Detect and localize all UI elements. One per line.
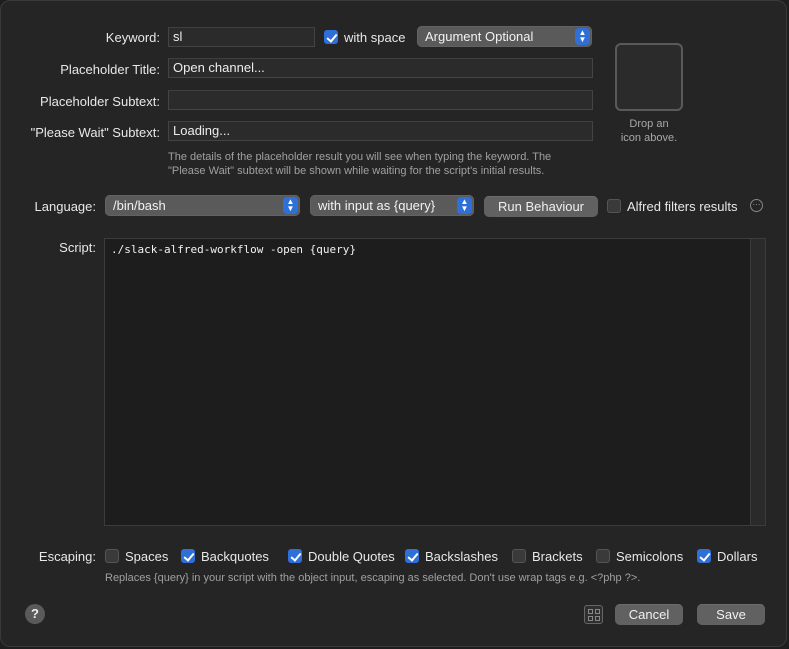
placeholder-title-label: Placeholder Title: (60, 62, 160, 77)
escape-dollars-label: Dollars (717, 549, 758, 564)
popup-arrows-icon: ▲ ▼ (457, 197, 472, 214)
escape-brackets-checkbox[interactable] (512, 549, 526, 563)
help-button[interactable]: ? (25, 604, 45, 624)
escape-semicolons-checkbox[interactable] (596, 549, 610, 563)
escape-double-quotes-checkbox[interactable] (288, 549, 302, 563)
popup-arrows-icon: ▲ ▼ (575, 28, 590, 45)
alfred-filters-label: Alfred filters results (627, 199, 738, 214)
icon-drop-caption-line1: Drop an (629, 118, 669, 130)
language-popup[interactable]: /bin/bash ▲ ▼ (105, 195, 300, 216)
popup-arrows-icon: ▲ ▼ (283, 197, 298, 214)
alfred-filters-checkbox[interactable] (607, 199, 621, 213)
script-editor[interactable]: ./slack-alfred-workflow -open {query} (104, 238, 766, 526)
input-mode-popup-value: with input as {query} (318, 198, 436, 213)
escape-backquotes-checkbox[interactable] (181, 549, 195, 563)
keyword-label: Keyword: (105, 30, 160, 45)
placeholder-hint-line2: "Please Wait" subtext will be shown whil… (168, 165, 545, 177)
keyword-input[interactable]: sl (168, 27, 315, 47)
escape-spaces-label: Spaces (125, 549, 169, 564)
script-scrollbar[interactable] (750, 239, 765, 525)
please-wait-subtext-label: "Please Wait" Subtext: (30, 125, 160, 140)
input-mode-popup[interactable]: with input as {query} ▲ ▼ (310, 195, 474, 216)
run-behaviour-button[interactable]: Run Behaviour (484, 196, 598, 217)
with-space-label: with space (344, 30, 406, 45)
escaping-hint: Replaces {query} in your script with the… (105, 572, 641, 584)
placeholder-title-input[interactable]: Open channel... (168, 58, 593, 78)
language-label: Language: (34, 199, 96, 214)
placeholder-subtext-input[interactable] (168, 90, 593, 110)
cancel-button[interactable]: Cancel (615, 604, 683, 625)
grid-icon[interactable] (584, 605, 603, 624)
escape-double-quotes-label: Double Quotes (308, 549, 395, 564)
placeholder-hint: The details of the placeholder result yo… (168, 150, 598, 178)
argument-popup[interactable]: Argument Optional ▲ ▼ (417, 26, 592, 47)
escape-brackets-label: Brackets (532, 549, 583, 564)
icon-drop-well[interactable] (615, 43, 683, 111)
placeholder-subtext-label: Placeholder Subtext: (40, 94, 160, 109)
script-label: Script: (59, 240, 96, 255)
ellipsis-circle-icon[interactable]: ··· (750, 199, 763, 212)
save-button[interactable]: Save (697, 604, 765, 625)
escape-spaces-checkbox[interactable] (105, 549, 119, 563)
script-filter-config-window: Keyword: sl with space Argument Optional… (0, 0, 787, 647)
escaping-label: Escaping: (38, 549, 96, 564)
escape-backquotes-label: Backquotes (201, 549, 269, 564)
script-content[interactable]: ./slack-alfred-workflow -open {query} (111, 243, 356, 256)
language-popup-value: /bin/bash (113, 198, 166, 213)
argument-popup-value: Argument Optional (425, 29, 534, 44)
placeholder-hint-line1: The details of the placeholder result yo… (168, 151, 552, 163)
please-wait-subtext-input[interactable]: Loading... (168, 121, 593, 141)
escape-dollars-checkbox[interactable] (697, 549, 711, 563)
icon-drop-caption-line2: icon above. (620, 132, 678, 144)
escape-semicolons-label: Semicolons (616, 549, 684, 564)
with-space-checkbox[interactable] (324, 30, 338, 44)
icon-drop-caption: Drop an icon above. (601, 117, 697, 145)
escape-backslashes-label: Backslashes (425, 549, 498, 564)
escape-backslashes-checkbox[interactable] (405, 549, 419, 563)
